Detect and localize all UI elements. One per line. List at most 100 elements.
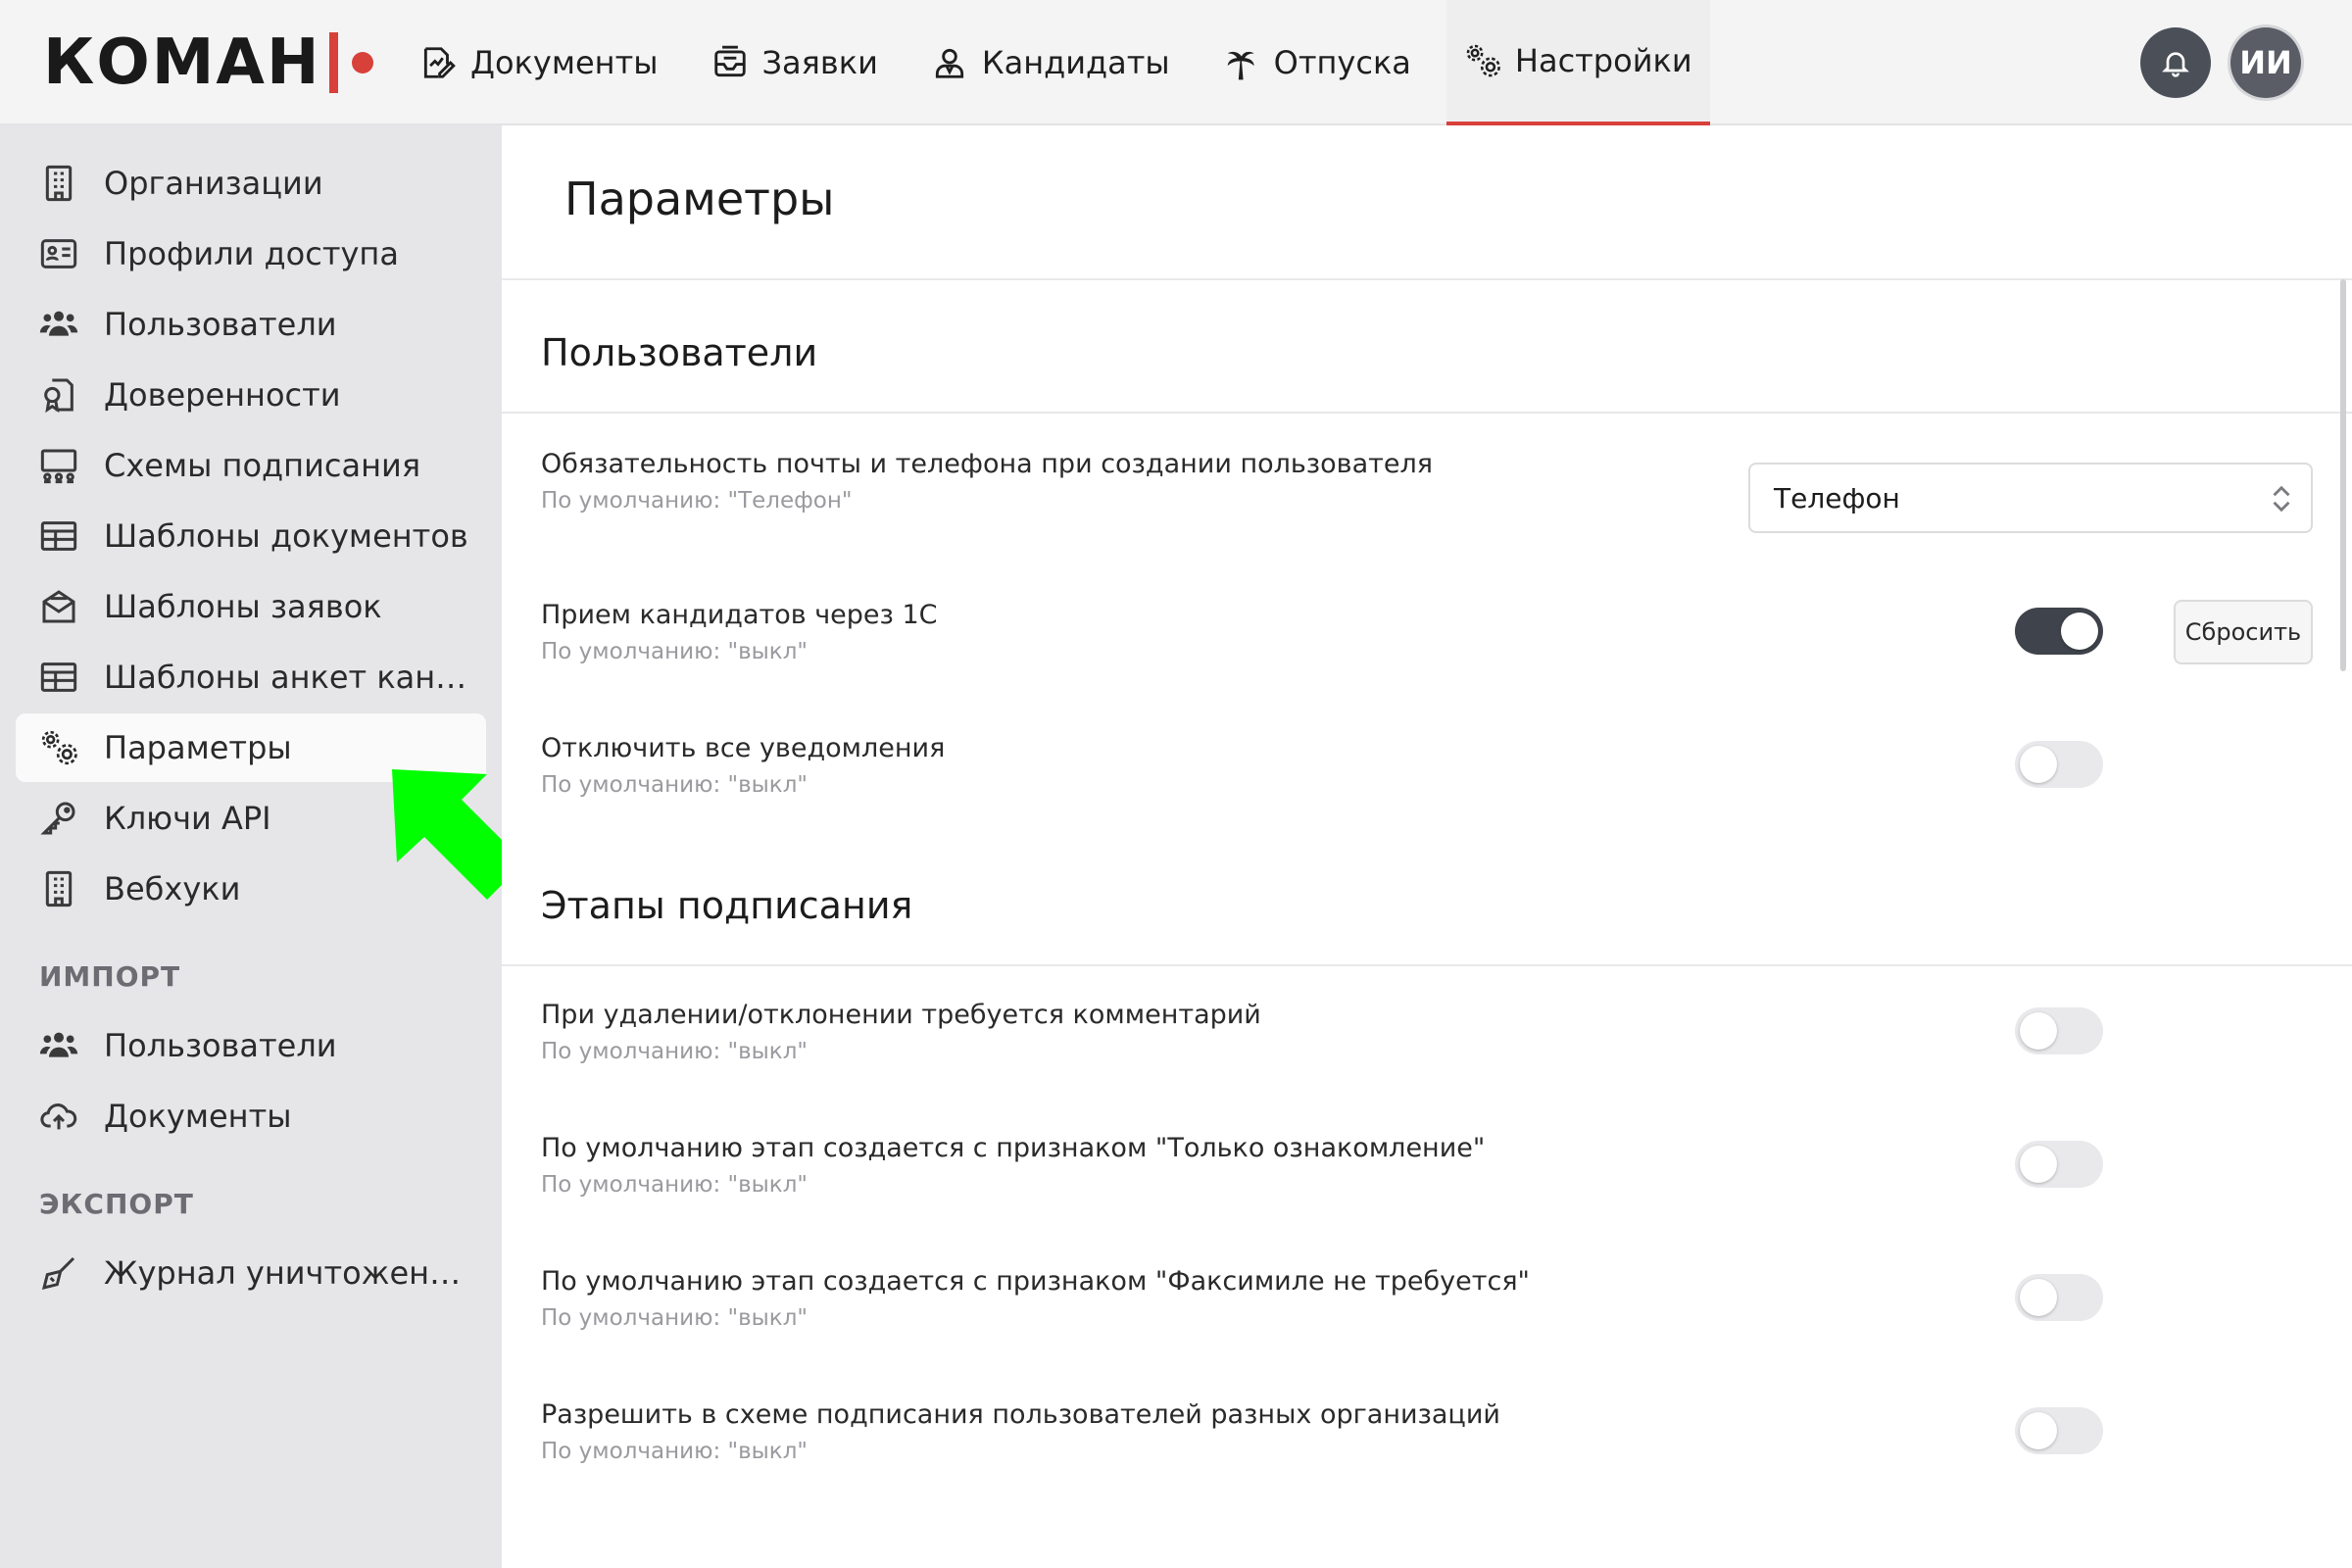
nav-requests[interactable]: Заявки xyxy=(694,0,896,125)
cross-org-signers-toggle[interactable] xyxy=(2015,1407,2103,1454)
facsimile-not-required-toggle[interactable] xyxy=(2015,1274,2103,1321)
bell-icon xyxy=(2162,52,2189,77)
setting-default: По умолчанию: "выкл" xyxy=(541,1039,808,1064)
user-avatar[interactable]: ИИ xyxy=(2230,27,2301,98)
person-icon xyxy=(935,48,963,78)
sidebar-item-label: Доверенности xyxy=(104,376,341,414)
sidebar-item-access-profiles[interactable]: Профили доступа xyxy=(16,220,486,288)
logo-dot xyxy=(351,52,373,74)
toggle-knob xyxy=(2020,1412,2057,1449)
divider xyxy=(502,412,2352,414)
key-icon xyxy=(40,802,75,835)
palm-tree-icon xyxy=(1227,51,1254,80)
comment-required-toggle[interactable] xyxy=(2015,1007,2103,1054)
sidebar-item-import-users[interactable]: Пользователи xyxy=(16,1011,486,1080)
certificate-icon xyxy=(44,378,74,414)
toggle-knob xyxy=(2020,1279,2057,1316)
toggle-knob xyxy=(2061,612,2098,650)
setting-label: Разрешить в схеме подписания пользовател… xyxy=(541,1399,1500,1430)
sidebar-item-document-templates[interactable]: Шаблоны документов xyxy=(16,502,486,570)
review-only-toggle[interactable] xyxy=(2015,1141,2103,1188)
notifications-button[interactable] xyxy=(2140,27,2211,98)
toggle-knob xyxy=(2020,746,2057,783)
users-icon xyxy=(39,1032,78,1057)
section-title-signing-stages: Этапы подписания xyxy=(541,884,913,927)
sidebar-item-label: Пользователи xyxy=(104,1027,337,1064)
section-title-users: Пользователи xyxy=(541,331,818,374)
main-content: Параметры Пользователи Обязательность по… xyxy=(502,125,2352,1568)
scrollbar[interactable] xyxy=(2340,279,2346,671)
sidebar-item-label: Шаблоны заявок xyxy=(104,588,382,625)
setting-label: По умолчанию этап создается с признаком … xyxy=(541,1133,1486,1163)
top-bar: КОМАН Документы Заявки Кандидаты Отпуска… xyxy=(0,0,2352,125)
sidebar-item-organizations[interactable]: Организации xyxy=(16,149,486,218)
cloud-upload-icon xyxy=(40,1103,77,1130)
broom-icon xyxy=(41,1256,75,1291)
sidebar-item-label: Профили доступа xyxy=(104,235,399,272)
toggle-knob xyxy=(2020,1012,2057,1050)
sidebar-item-destruction-log[interactable]: Журнал уничтожения … xyxy=(16,1239,486,1307)
setting-default: По умолчанию: "выкл" xyxy=(541,1439,808,1464)
sidebar-item-label: Документы xyxy=(104,1098,292,1135)
inbox-icon xyxy=(713,45,746,77)
logo-text: КОМАН xyxy=(43,26,321,99)
setting-default: По умолчанию: "выкл" xyxy=(541,639,808,664)
setting-label: По умолчанию этап создается с признаком … xyxy=(541,1266,1530,1297)
sidebar-item-candidate-form-templates[interactable]: Шаблоны анкет канд… xyxy=(16,643,486,711)
divider xyxy=(502,964,2352,966)
top-nav: Документы Заявки Кандидаты Отпуска Настр… xyxy=(402,0,1728,125)
nav-candidates-label: Кандидаты xyxy=(981,44,1170,81)
setting-default: По умолчанию: "Телефон" xyxy=(541,488,853,514)
chevron-updown-icon xyxy=(2273,485,2290,513)
nav-documents-label: Документы xyxy=(470,44,659,81)
nav-settings-label: Настройки xyxy=(1514,42,1692,79)
sidebar-item-import-documents[interactable]: Документы xyxy=(16,1082,486,1151)
signing-scheme-icon xyxy=(40,449,77,484)
email-phone-requirement-select[interactable]: Телефон xyxy=(1748,463,2313,533)
sidebar-item-signing-schemes[interactable]: Схемы подписания xyxy=(16,431,486,500)
sidebar-item-request-templates[interactable]: Шаблоны заявок xyxy=(16,572,486,641)
sidebar-item-label: Организации xyxy=(104,165,323,202)
reset-button[interactable]: Сбросить xyxy=(2174,600,2313,664)
nav-candidates[interactable]: Кандидаты xyxy=(913,0,1188,125)
setting-default: По умолчанию: "выкл" xyxy=(541,772,808,798)
setting-default: По умолчанию: "выкл" xyxy=(541,1305,808,1331)
gears-icon xyxy=(41,730,77,765)
sidebar-item-label: Вебхуки xyxy=(104,870,241,907)
sidebar-item-label: Схемы подписания xyxy=(104,447,421,484)
sidebar-section-import: ИМПОРТ xyxy=(39,960,181,993)
sidebar-item-label: Журнал уничтожения … xyxy=(104,1254,476,1292)
nav-settings[interactable]: Настройки xyxy=(1446,0,1710,125)
building-icon xyxy=(45,870,73,907)
setting-label: Прием кандидатов через 1С xyxy=(541,600,938,630)
page-title: Параметры xyxy=(564,172,835,225)
sidebar-item-label: Ключи API xyxy=(104,800,271,837)
sidebar-item-label: Пользователи xyxy=(104,306,337,343)
nav-requests-label: Заявки xyxy=(761,44,878,81)
logo-bar xyxy=(328,32,338,93)
sidebar-item-powers-of-attorney[interactable]: Доверенности xyxy=(16,361,486,429)
table-icon xyxy=(40,662,77,692)
divider xyxy=(502,278,2352,280)
disable-notifications-toggle[interactable] xyxy=(2015,741,2103,788)
users-icon xyxy=(39,311,78,336)
setting-label: Обязательность почты и телефона при созд… xyxy=(541,449,1433,479)
setting-label: При удалении/отклонении требуется коммен… xyxy=(541,1000,1261,1030)
building-icon xyxy=(45,165,73,202)
nav-vacations[interactable]: Отпуска xyxy=(1205,0,1429,125)
sidebar-item-label: Шаблоны документов xyxy=(104,517,468,555)
logo[interactable]: КОМАН xyxy=(43,25,373,100)
candidates-1c-toggle[interactable] xyxy=(2015,608,2103,655)
sidebar-item-users[interactable]: Пользователи xyxy=(16,290,486,359)
table-icon xyxy=(40,521,77,551)
sidebar-section-export: ЭКСПОРТ xyxy=(39,1188,194,1220)
gears-icon xyxy=(1466,44,1500,77)
envelope-icon xyxy=(42,590,75,623)
id-card-icon xyxy=(40,239,77,269)
setting-label: Отключить все уведомления xyxy=(541,733,946,763)
nav-documents[interactable]: Документы xyxy=(402,0,676,125)
sidebar-item-label: Параметры xyxy=(104,729,292,766)
nav-vacations-label: Отпуска xyxy=(1273,44,1411,81)
select-value: Телефон xyxy=(1774,481,1900,514)
document-edit-icon xyxy=(423,47,456,78)
